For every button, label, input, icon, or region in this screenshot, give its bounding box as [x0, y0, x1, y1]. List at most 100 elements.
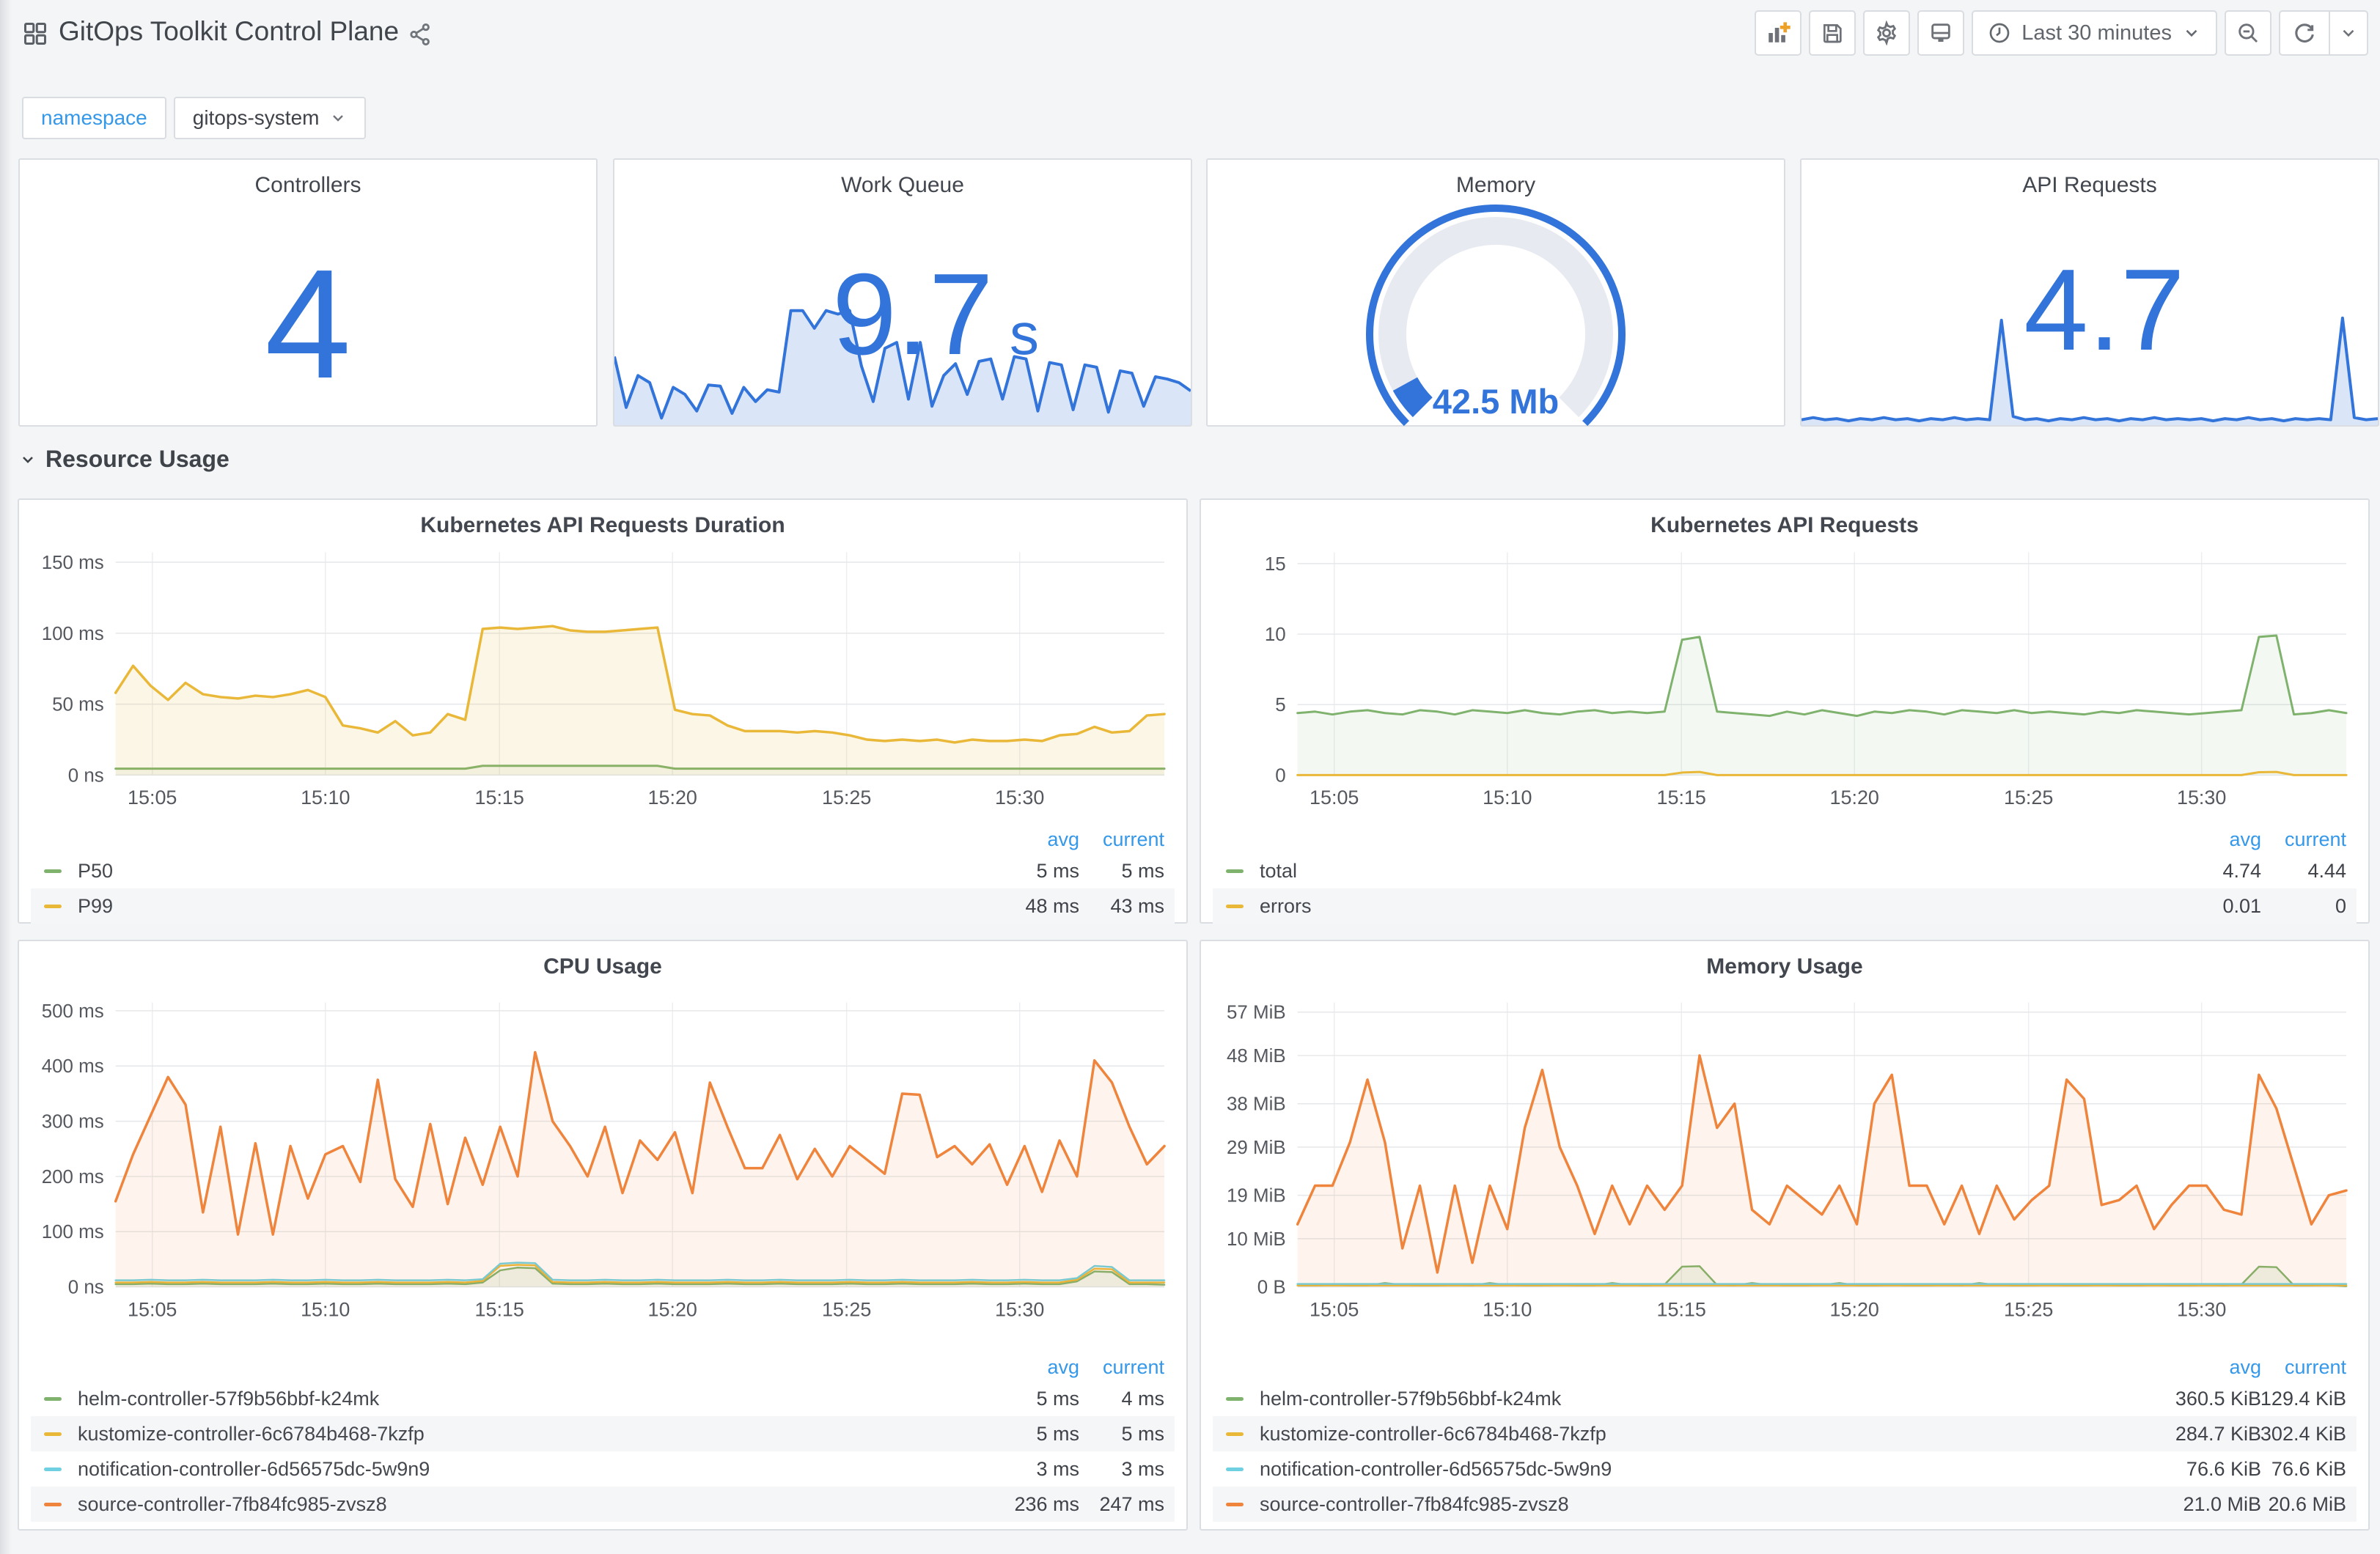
series-name[interactable]: P99 — [78, 895, 113, 918]
clock-icon — [1989, 23, 2010, 43]
refresh-button[interactable] — [2280, 12, 2329, 54]
save-dashboard-button[interactable] — [1809, 10, 1856, 56]
cpu-usage-legend: avg current helm-controller-57f9b56bbf-k24… — [31, 1353, 1175, 1522]
legend-row[interactable]: kustomize-controller-6c6784b468-7kzfp 5 m… — [31, 1416, 1175, 1451]
svg-text:150 ms: 150 ms — [42, 553, 104, 573]
svg-text:15:05: 15:05 — [128, 787, 177, 809]
svg-text:15:10: 15:10 — [1483, 1298, 1532, 1320]
legend-header: avg current — [1213, 825, 2357, 853]
variable-label-namespace: namespace — [22, 97, 166, 139]
svg-text:15:05: 15:05 — [128, 1298, 177, 1320]
legend-row[interactable]: helm-controller-57f9b56bbf-k24mk 360.5 Ki… — [1213, 1381, 2357, 1416]
apps-grid-icon[interactable] — [22, 21, 48, 47]
panel-k8s-api-duration: Kubernetes API Requests Duration 0 ns 50 … — [18, 498, 1188, 924]
series-color-dash — [1226, 1396, 1244, 1401]
panel-api-requests-stat: API Requests 4.7 — [1800, 158, 2379, 427]
panel-k8s-api-requests: Kubernetes API Requests 0 5 10 15 15:05 15:10… — [1200, 498, 2370, 924]
svg-text:48 MiB: 48 MiB — [1227, 1046, 1286, 1067]
legend-header-current[interactable]: current — [2222, 828, 2346, 851]
svg-text:15:05: 15:05 — [1310, 787, 1359, 809]
template-variables-row: namespace gitops-system — [22, 97, 367, 139]
series-current: 43 ms — [1110, 894, 1164, 917]
legend-header-current[interactable]: current — [1040, 828, 1164, 851]
section-title: Resource Usage — [45, 446, 229, 472]
svg-text:0 ns: 0 ns — [68, 765, 104, 786]
series-name[interactable]: notification-controller-6d56575dc-5w9n9 — [78, 1458, 430, 1481]
svg-text:15:30: 15:30 — [2177, 1298, 2226, 1320]
legend-row[interactable]: kustomize-controller-6c6784b468-7kzfp 284… — [1213, 1416, 2357, 1451]
series-name[interactable]: source-controller-7fb84fc985-zvsz8 — [78, 1493, 387, 1516]
series-current: 4.44 — [2307, 859, 2346, 882]
series-name[interactable]: P50 — [78, 860, 113, 883]
series-color-dash — [44, 869, 62, 873]
row-resource-usage[interactable]: Resource Usage — [19, 446, 229, 473]
legend-row[interactable]: P50 5 ms 5 ms — [31, 853, 1175, 888]
panel-work-queue: Work Queue 9.7 s — [613, 158, 1192, 427]
series-current: 76.6 KiB — [2271, 1457, 2346, 1480]
series-color-dash — [1226, 869, 1244, 873]
svg-text:100 ms: 100 ms — [42, 1222, 104, 1242]
svg-text:200 ms: 200 ms — [42, 1167, 104, 1187]
legend-row[interactable]: total 4.74 4.44 — [1213, 853, 2357, 888]
series-current: 247 ms — [1099, 1492, 1164, 1515]
svg-text:15:25: 15:25 — [2004, 1298, 2053, 1320]
svg-text:400 ms: 400 ms — [42, 1056, 104, 1077]
legend-row[interactable]: source-controller-7fb84fc985-zvsz8 236 ms… — [31, 1487, 1175, 1522]
svg-text:15:10: 15:10 — [301, 1298, 350, 1320]
svg-text:50 ms: 50 ms — [52, 695, 104, 715]
zoom-out-button[interactable] — [2225, 10, 2271, 56]
series-current: 5 ms — [1121, 1422, 1164, 1445]
refresh-button-group — [2279, 10, 2368, 56]
panel-title[interactable]: Work Queue — [614, 173, 1191, 198]
legend-header: avg current — [31, 1353, 1175, 1381]
variable-value-dropdown[interactable]: gitops-system — [173, 97, 367, 139]
svg-text:15:15: 15:15 — [1657, 787, 1706, 809]
refresh-interval-caret[interactable] — [2329, 12, 2367, 54]
series-color-dash — [1226, 1502, 1244, 1506]
cycle-view-mode-button[interactable] — [1917, 10, 1965, 56]
controllers-value: 4 — [265, 237, 351, 410]
series-name[interactable]: notification-controller-6d56575dc-5w9n9 — [1260, 1458, 1612, 1481]
series-name[interactable]: kustomize-controller-6c6784b468-7kzfp — [78, 1423, 425, 1446]
time-range-label: Last 30 minutes — [2021, 21, 2172, 45]
share-icon[interactable] — [408, 22, 433, 47]
chevron-down-icon — [2186, 29, 2197, 37]
work-queue-value: 9.7 s — [832, 250, 1039, 379]
series-current: 0 — [2335, 894, 2346, 917]
series-name[interactable]: helm-controller-57f9b56bbf-k24mk — [78, 1388, 379, 1410]
series-name[interactable]: total — [1260, 860, 1297, 883]
legend-row[interactable]: errors 0.01 0 — [1213, 888, 2357, 924]
series-color-dash — [44, 1467, 62, 1471]
svg-text:0: 0 — [1275, 765, 1285, 786]
dashboard-settings-button[interactable] — [1863, 10, 1911, 56]
panel-title[interactable]: API Requests — [1801, 173, 2378, 198]
dashboard-title[interactable]: GitOps Toolkit Control Plane — [59, 16, 399, 47]
svg-text:15:30: 15:30 — [995, 787, 1044, 809]
legend-row[interactable]: notification-controller-6d56575dc-5w9n9 3… — [31, 1451, 1175, 1487]
series-name[interactable]: source-controller-7fb84fc985-zvsz8 — [1260, 1493, 1569, 1516]
legend-row[interactable]: notification-controller-6d56575dc-5w9n9 7… — [1213, 1451, 2357, 1487]
series-color-dash — [44, 904, 62, 908]
legend-row[interactable]: P99 48 ms 43 ms — [31, 888, 1175, 924]
series-name[interactable]: helm-controller-57f9b56bbf-k24mk — [1260, 1388, 1561, 1410]
svg-text:57 MiB: 57 MiB — [1227, 1003, 1286, 1023]
legend-header-current[interactable]: current — [1040, 1356, 1164, 1379]
legend-row[interactable]: source-controller-7fb84fc985-zvsz8 21.0 M… — [1213, 1487, 2357, 1522]
series-current: 5 ms — [1121, 859, 1164, 882]
k8s-api-requests-legend: avg current total 4.74 4.44 errors 0.01 0 — [1213, 825, 2357, 924]
series-color-dash — [44, 1396, 62, 1401]
series-name[interactable]: kustomize-controller-6c6784b468-7kzfp — [1260, 1423, 1606, 1446]
dashboard-header: GitOps Toolkit Control Plane Last 30 min… — [0, 0, 2380, 73]
memory-usage-legend: avg current helm-controller-57f9b56bbf-k24… — [1213, 1353, 2357, 1522]
series-name[interactable]: errors — [1260, 895, 1312, 918]
legend-row[interactable]: helm-controller-57f9b56bbf-k24mk 5 ms 4 ms — [31, 1381, 1175, 1416]
time-range-picker[interactable]: Last 30 minutes — [1972, 10, 2217, 56]
add-panel-button[interactable] — [1755, 10, 1802, 56]
series-current: 4 ms — [1121, 1387, 1164, 1410]
svg-text:15:05: 15:05 — [1310, 1298, 1359, 1320]
legend-header-current[interactable]: current — [2222, 1356, 2346, 1379]
svg-text:100 ms: 100 ms — [42, 624, 104, 644]
svg-text:15:20: 15:20 — [1830, 787, 1879, 809]
series-color-dash — [1226, 1467, 1244, 1471]
panel-title[interactable]: Controllers — [20, 173, 596, 198]
